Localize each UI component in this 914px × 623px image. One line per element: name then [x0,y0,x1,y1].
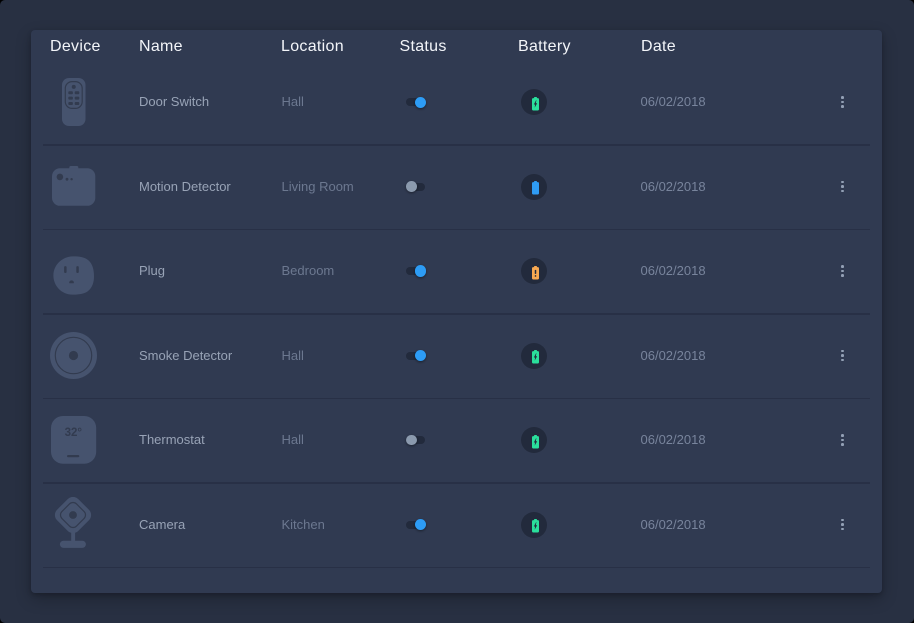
svg-text:32°: 32° [64,427,82,439]
